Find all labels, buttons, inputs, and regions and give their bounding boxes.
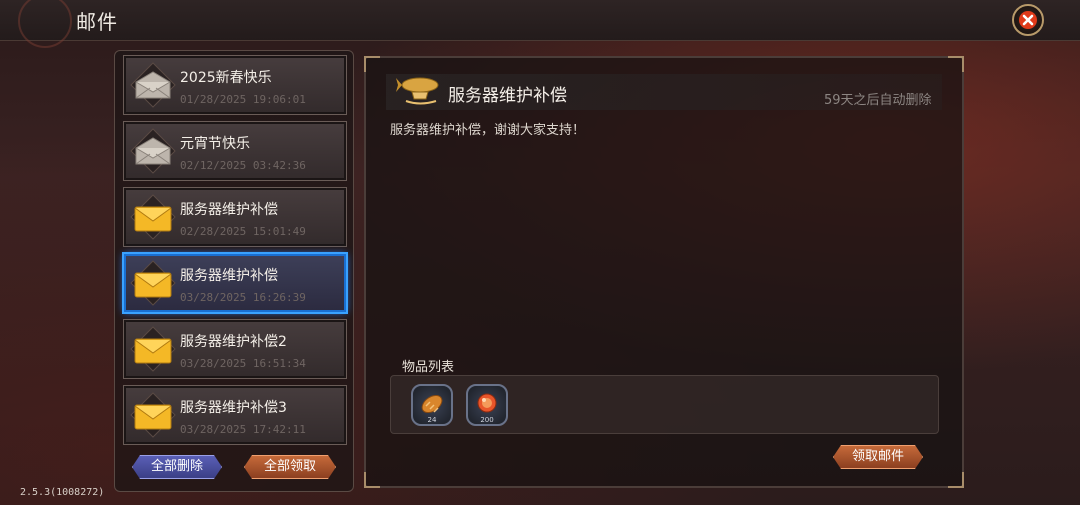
panel-corner: [948, 56, 964, 72]
mail-item-selected[interactable]: 服务器维护补偿 03/28/2025 16:26:39: [122, 252, 348, 314]
mail-subject: 服务器维护补偿3: [180, 400, 287, 416]
detail-body-text: 服务器维护补偿，谢谢大家支持！: [390, 123, 586, 138]
claim-all-button[interactable]: 全部领取: [244, 455, 336, 479]
mail-subject: 服务器维护补偿2: [180, 334, 287, 350]
panel-corner: [364, 472, 380, 488]
mail-subject: 服务器维护补偿: [180, 202, 278, 218]
close-icon: [1019, 11, 1037, 29]
mail-date: 03/28/2025 16:51:34: [180, 357, 306, 370]
page-title: 邮件: [76, 10, 118, 34]
mail-item[interactable]: 服务器维护补偿 02/28/2025 15:01:49: [123, 187, 347, 247]
top-bar: 邮件: [0, 0, 1080, 48]
airship-icon: [396, 72, 442, 110]
mail-subject: 元宵节快乐: [180, 136, 250, 152]
panel-corner: [948, 472, 964, 488]
mail-date: 02/28/2025 15:01:49: [180, 225, 306, 238]
delete-all-button[interactable]: 全部删除: [132, 455, 222, 479]
mail-item[interactable]: 元宵节快乐 02/12/2025 03:42:36: [123, 121, 347, 181]
envelope-closed-icon: [128, 192, 178, 242]
claim-mail-button[interactable]: 领取邮件: [833, 445, 923, 469]
mail-subject: 服务器维护补偿: [180, 268, 278, 284]
reward-item-slot[interactable]: 24: [411, 384, 453, 426]
detail-title: 服务器维护补偿: [448, 86, 567, 106]
reward-item-slot[interactable]: 200: [466, 384, 508, 426]
envelope-closed-icon: [128, 324, 178, 374]
item-count: 24: [427, 416, 437, 424]
items-list-label: 物品列表: [402, 360, 455, 375]
mail-item[interactable]: 服务器维护补偿2 03/28/2025 16:51:34: [123, 319, 347, 379]
mail-date: 01/28/2025 19:06:01: [180, 93, 306, 106]
envelope-closed-icon: [128, 258, 178, 308]
close-button[interactable]: [1012, 4, 1044, 36]
mail-date: 02/12/2025 03:42:36: [180, 159, 306, 172]
mail-item[interactable]: 2025新春快乐 01/28/2025 19:06:01: [123, 55, 347, 115]
expire-notice: 59天之后自动删除: [824, 93, 932, 108]
version-label: 2.5.3(1008272): [20, 487, 105, 498]
mail-date: 03/28/2025 16:26:39: [180, 291, 306, 304]
envelope-open-icon: [128, 60, 178, 110]
panel-corner: [364, 56, 380, 72]
item-count: 200: [480, 416, 494, 424]
envelope-open-icon: [128, 126, 178, 176]
emblem-icon: [18, 0, 72, 48]
mail-subject: 2025新春快乐: [180, 70, 272, 86]
mail-item[interactable]: 服务器维护补偿3 03/28/2025 17:42:11: [123, 385, 347, 445]
mail-date: 03/28/2025 17:42:11: [180, 423, 306, 436]
envelope-closed-icon: [128, 390, 178, 440]
